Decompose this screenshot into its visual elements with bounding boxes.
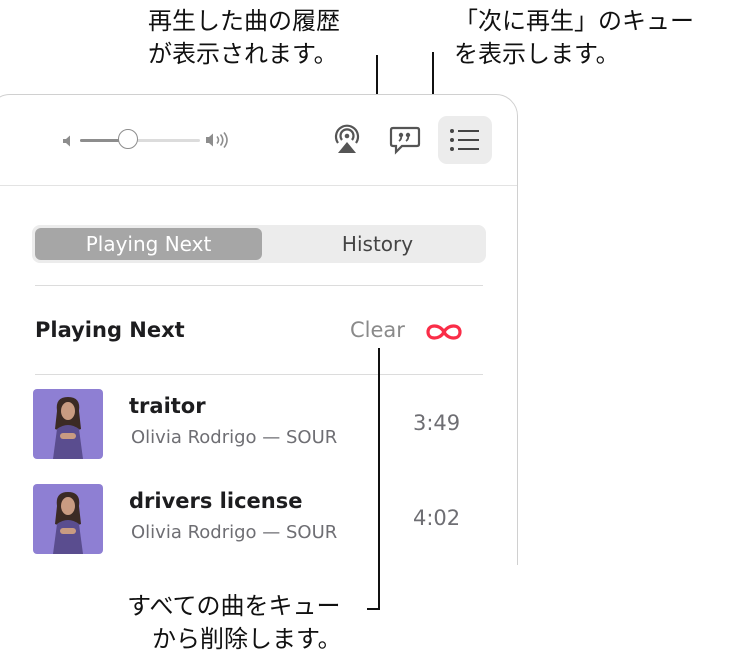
speaker-high-icon [205,131,233,153]
album-art [33,389,103,459]
queue-callout-line1: 「次に再生」のキュー [454,7,694,35]
clear-leader-line-vertical [378,348,380,609]
section-divider [35,285,483,286]
volume-slider-knob[interactable] [118,129,138,149]
queue-callout: 「次に再生」のキュー を表示します。 [454,5,694,71]
clear-callout: すべての曲をキュー から削除します。 [126,590,342,656]
tab-history[interactable]: History [272,228,483,260]
song-artist-album: Olivia Rodrigo — SOUR [131,427,338,448]
toolbar-divider [0,185,517,186]
song-title: drivers license [129,489,303,513]
clear-leader-line-horizontal [367,608,380,610]
tab-playing-next[interactable]: Playing Next [35,228,262,260]
queue-history-segmented-control: Playing Next History [32,225,486,263]
song-title: traitor [129,394,206,418]
song-duration: 4:02 [413,506,461,530]
list-divider [35,374,483,375]
list-item[interactable]: traitor Olivia Rodrigo — SOUR 3:49 [0,389,520,469]
lyrics-icon[interactable] [389,124,421,160]
list-item[interactable]: drivers license Olivia Rodrigo — SOUR 4:… [0,484,520,564]
queue-button[interactable] [438,116,492,164]
history-callout-line2: が表示されます。 [148,40,338,68]
volume-slider[interactable] [80,139,200,142]
clear-callout-line2: から削除します。 [152,625,342,653]
history-callout: 再生した曲の履歴 が表示されます。 [148,5,340,71]
section-title: Playing Next [35,318,185,342]
list-icon [450,129,479,151]
album-art [33,484,103,554]
clear-callout-line1: すべての曲をキュー [127,592,341,620]
queue-callout-line2: を表示します。 [454,40,620,68]
infinity-icon[interactable] [424,321,464,347]
speaker-low-icon [62,133,74,152]
song-duration: 3:49 [413,411,461,435]
clear-button[interactable]: Clear [350,318,405,342]
history-callout-line1: 再生した曲の履歴 [148,7,340,35]
song-artist-album: Olivia Rodrigo — SOUR [131,522,338,543]
airplay-icon[interactable] [331,123,363,159]
